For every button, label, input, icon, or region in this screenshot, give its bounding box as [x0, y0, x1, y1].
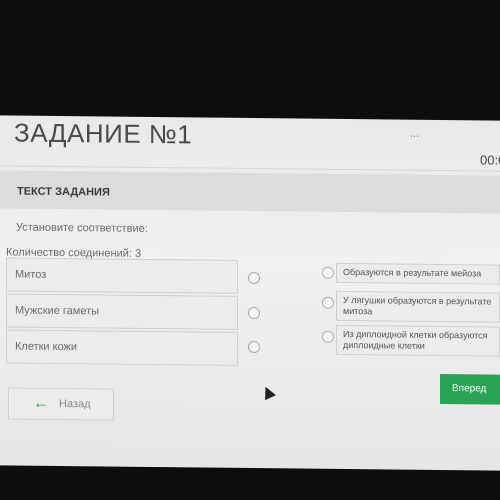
instruction-text: Установите соответствие:	[16, 221, 148, 235]
right-item-label: Образуются в результате мейоза	[343, 266, 482, 279]
back-button-label: Назад	[59, 397, 91, 411]
next-button[interactable]: Вперед	[440, 373, 500, 405]
left-connector-radio[interactable]	[248, 340, 260, 354]
left-item-skin-cells[interactable]: Клетки кожи	[6, 329, 238, 366]
left-item-mitosis[interactable]: Митоз	[6, 257, 238, 294]
right-item-diploid[interactable]: Из диплоидной клетки образуются диплоидн…	[336, 324, 500, 357]
timer: 00:0	[480, 152, 500, 168]
left-item-label: Мужские гаметы	[15, 304, 100, 318]
back-button[interactable]: ← Назад	[8, 387, 114, 421]
left-connector-radio[interactable]	[248, 306, 260, 320]
right-item-frog-mitosis[interactable]: У лягушки образуются в результате митоза	[336, 290, 500, 323]
header-right-text: ...	[410, 127, 420, 140]
task-title: ЗАДАНИЕ №1	[14, 117, 193, 150]
left-item-label: Митоз	[15, 268, 47, 281]
mouse-pointer-icon	[260, 384, 276, 401]
left-connector-radio[interactable]	[248, 271, 260, 285]
right-connector-radio[interactable]	[322, 330, 334, 343]
right-connector-radio[interactable]	[322, 266, 334, 279]
arrow-left-icon: ←	[33, 394, 49, 412]
section-header: ТЕКСТ ЗАДАНИЯ	[0, 170, 500, 214]
next-button-label: Вперед	[452, 383, 487, 395]
right-item-label: У лягушки образуются в результате митоза	[343, 294, 492, 317]
quiz-screen: ЗАДАНИЕ №1 ... 00:0 ТЕКСТ ЗАДАНИЯ Устано…	[0, 115, 500, 471]
section-title: ТЕКСТ ЗАДАНИЯ	[17, 185, 110, 199]
right-item-meiosis[interactable]: Образуются в результате мейоза	[336, 262, 500, 285]
right-connector-radio[interactable]	[322, 296, 334, 309]
right-item-label: Из диплоидной клетки образуются диплоидн…	[343, 328, 488, 351]
left-item-label: Клетки кожи	[15, 340, 78, 354]
left-item-male-gametes[interactable]: Мужские гаметы	[6, 293, 238, 330]
